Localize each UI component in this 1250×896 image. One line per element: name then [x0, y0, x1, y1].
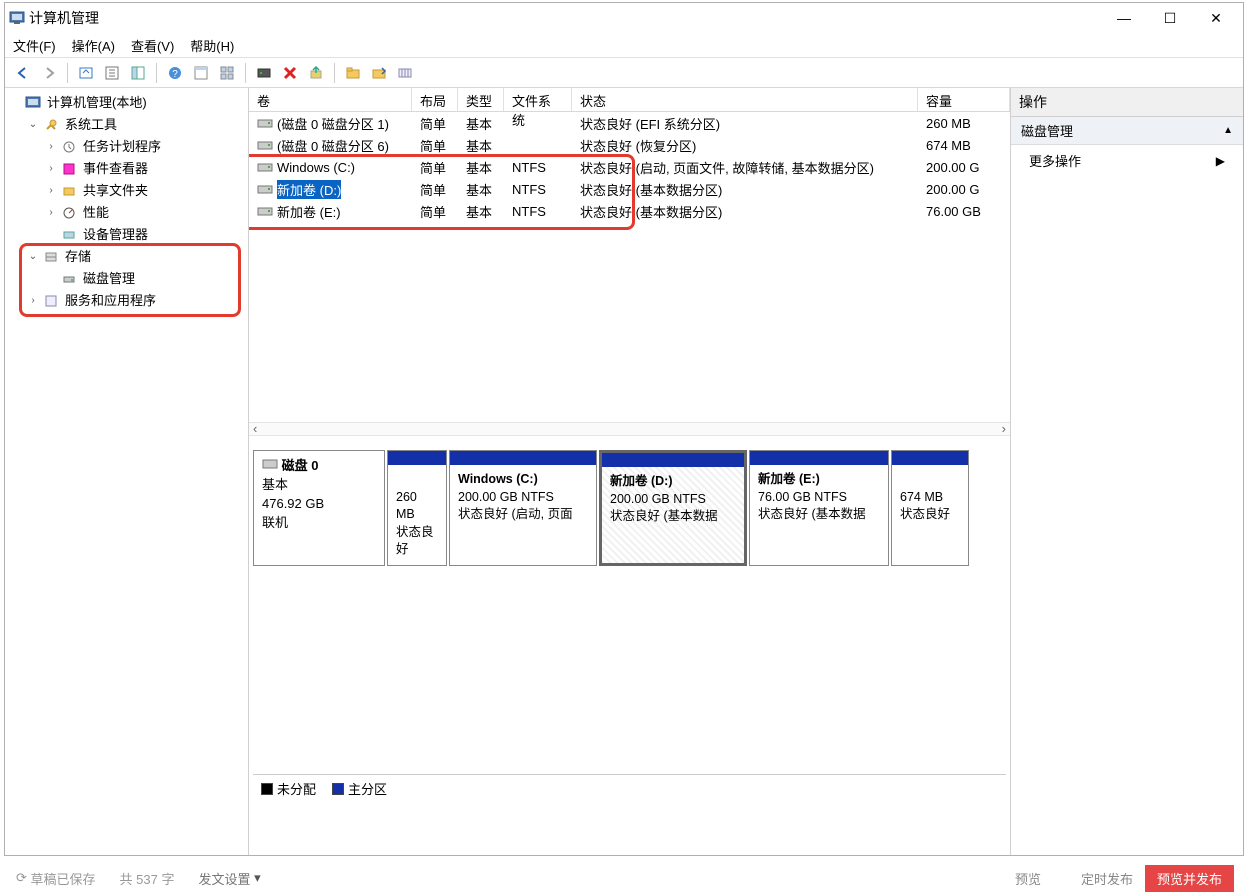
actions-pane-header: 操作: [1011, 88, 1243, 117]
tree-storage[interactable]: ⌄ 存储: [27, 246, 248, 268]
partition-block[interactable]: 新加卷 (D:)200.00 GB NTFS状态良好 (基本数据: [599, 450, 747, 566]
navigation-tree[interactable]: ▾ 计算机管理(本地) ⌄ 系统工具: [5, 92, 248, 312]
storage-icon: [43, 249, 59, 265]
horizontal-scrollbar[interactable]: [249, 422, 1010, 436]
svg-text:?: ?: [172, 69, 178, 80]
disk-icon: [61, 271, 77, 287]
partition-block[interactable]: 674 MB状态良好: [891, 450, 969, 566]
app-icon: [9, 10, 25, 26]
disk-info-panel[interactable]: 磁盘 0 基本 476.92 GB 联机: [253, 450, 385, 566]
legend-primary: 主分区: [348, 782, 387, 797]
tree-task-scheduler[interactable]: ›任务计划程序: [45, 136, 248, 158]
footer-count: 共 537 字: [120, 869, 175, 888]
properties-button[interactable]: [100, 61, 124, 85]
new-folder-button[interactable]: [341, 61, 365, 85]
volume-icon: [257, 139, 273, 151]
volume-icon: [257, 161, 273, 173]
partition-block[interactable]: Windows (C:)200.00 GB NTFS状态良好 (启动, 页面: [449, 450, 597, 566]
services-icon: [43, 293, 59, 309]
tree-performance[interactable]: ›性能: [45, 202, 248, 224]
device-icon: [61, 227, 77, 243]
refresh-button[interactable]: [252, 61, 276, 85]
col-volume[interactable]: 卷: [249, 88, 412, 111]
show-hide-tree-button[interactable]: [126, 61, 150, 85]
menu-view[interactable]: 查看(V): [131, 36, 174, 55]
actions-section-disk-mgmt[interactable]: 磁盘管理 ▲: [1011, 117, 1243, 145]
partition-block[interactable]: 新加卷 (E:)76.00 GB NTFS状态良好 (基本数据: [749, 450, 889, 566]
back-button[interactable]: [11, 61, 35, 85]
disk-icon: [262, 457, 278, 469]
footer-publish[interactable]: 预览并发布: [1145, 865, 1234, 892]
volume-row[interactable]: 新加卷 (E:)简单基本NTFS状态良好 (基本数据分区)76.00 GB: [249, 200, 1010, 222]
menu-help[interactable]: 帮助(H): [190, 36, 234, 55]
up-button[interactable]: [74, 61, 98, 85]
disk-state: 联机: [262, 515, 288, 530]
delete-button[interactable]: [278, 61, 302, 85]
col-status[interactable]: 状态: [572, 88, 918, 111]
footer-saved: 草稿已保存: [31, 869, 96, 888]
volume-list-header[interactable]: 卷 布局 类型 文件系统 状态 容量: [249, 88, 1010, 112]
tree-system-tools[interactable]: ⌄ 系统工具: [27, 114, 248, 136]
tree-event-viewer[interactable]: ›事件查看器: [45, 158, 248, 180]
volume-icon: [257, 205, 273, 217]
help-button[interactable]: ?: [163, 61, 187, 85]
col-fs[interactable]: 文件系统: [504, 88, 572, 111]
footer-preview[interactable]: 预览: [1015, 869, 1041, 888]
settings-button[interactable]: [393, 61, 417, 85]
computer-icon: [25, 95, 41, 111]
chevron-right-icon: ▶: [1216, 154, 1225, 168]
performance-icon: [61, 205, 77, 221]
menu-action[interactable]: 操作(A): [72, 36, 115, 55]
actions-more[interactable]: 更多操作 ▶: [1011, 145, 1243, 176]
disk-type: 基本: [262, 477, 288, 492]
volume-icon: [257, 183, 273, 195]
col-capacity[interactable]: 容量: [918, 88, 1010, 111]
col-type[interactable]: 类型: [458, 88, 504, 111]
shared-folder-icon: [61, 183, 77, 199]
event-icon: [61, 161, 77, 177]
col-layout[interactable]: 布局: [412, 88, 458, 111]
maximize-button[interactable]: ☐: [1147, 3, 1193, 33]
volume-row[interactable]: (磁盘 0 磁盘分区 6)简单基本状态良好 (恢复分区)674 MB: [249, 134, 1010, 156]
legend-unallocated: 未分配: [277, 782, 316, 797]
window-title: 计算机管理: [29, 8, 99, 28]
minimize-button[interactable]: —: [1101, 3, 1147, 33]
volume-row[interactable]: 新加卷 (D:)简单基本NTFS状态良好 (基本数据分区)200.00 G: [249, 178, 1010, 200]
clock-icon: [61, 139, 77, 155]
partition-block[interactable]: 260 MB状态良好: [387, 450, 447, 566]
disk-size: 476.92 GB: [262, 496, 324, 511]
volume-row[interactable]: Windows (C:)简单基本NTFS状态良好 (启动, 页面文件, 故障转储…: [249, 156, 1010, 178]
tree-disk-management[interactable]: ›磁盘管理: [45, 268, 248, 290]
tree-shared-folders[interactable]: ›共享文件夹: [45, 180, 248, 202]
footer-setting[interactable]: 发文设置: [198, 869, 250, 888]
tree-root[interactable]: ▾ 计算机管理(本地): [9, 92, 248, 114]
tools-icon: [43, 117, 59, 133]
menu-file[interactable]: 文件(F): [13, 36, 56, 55]
tree-device-manager[interactable]: ›设备管理器: [45, 224, 248, 246]
collapse-icon: ▲: [1223, 125, 1233, 136]
footer-schedule[interactable]: 定时发布: [1081, 869, 1133, 888]
close-button[interactable]: ✕: [1193, 3, 1239, 33]
tiles-view-button[interactable]: [215, 61, 239, 85]
volume-icon: [257, 117, 273, 129]
tree-services[interactable]: › 服务和应用程序: [27, 290, 248, 312]
export-button[interactable]: [304, 61, 328, 85]
forward-button[interactable]: [37, 61, 61, 85]
volume-row[interactable]: (磁盘 0 磁盘分区 1)简单基本状态良好 (EFI 系统分区)260 MB: [249, 112, 1010, 134]
details-view-button[interactable]: [189, 61, 213, 85]
open-folder-button[interactable]: [367, 61, 391, 85]
